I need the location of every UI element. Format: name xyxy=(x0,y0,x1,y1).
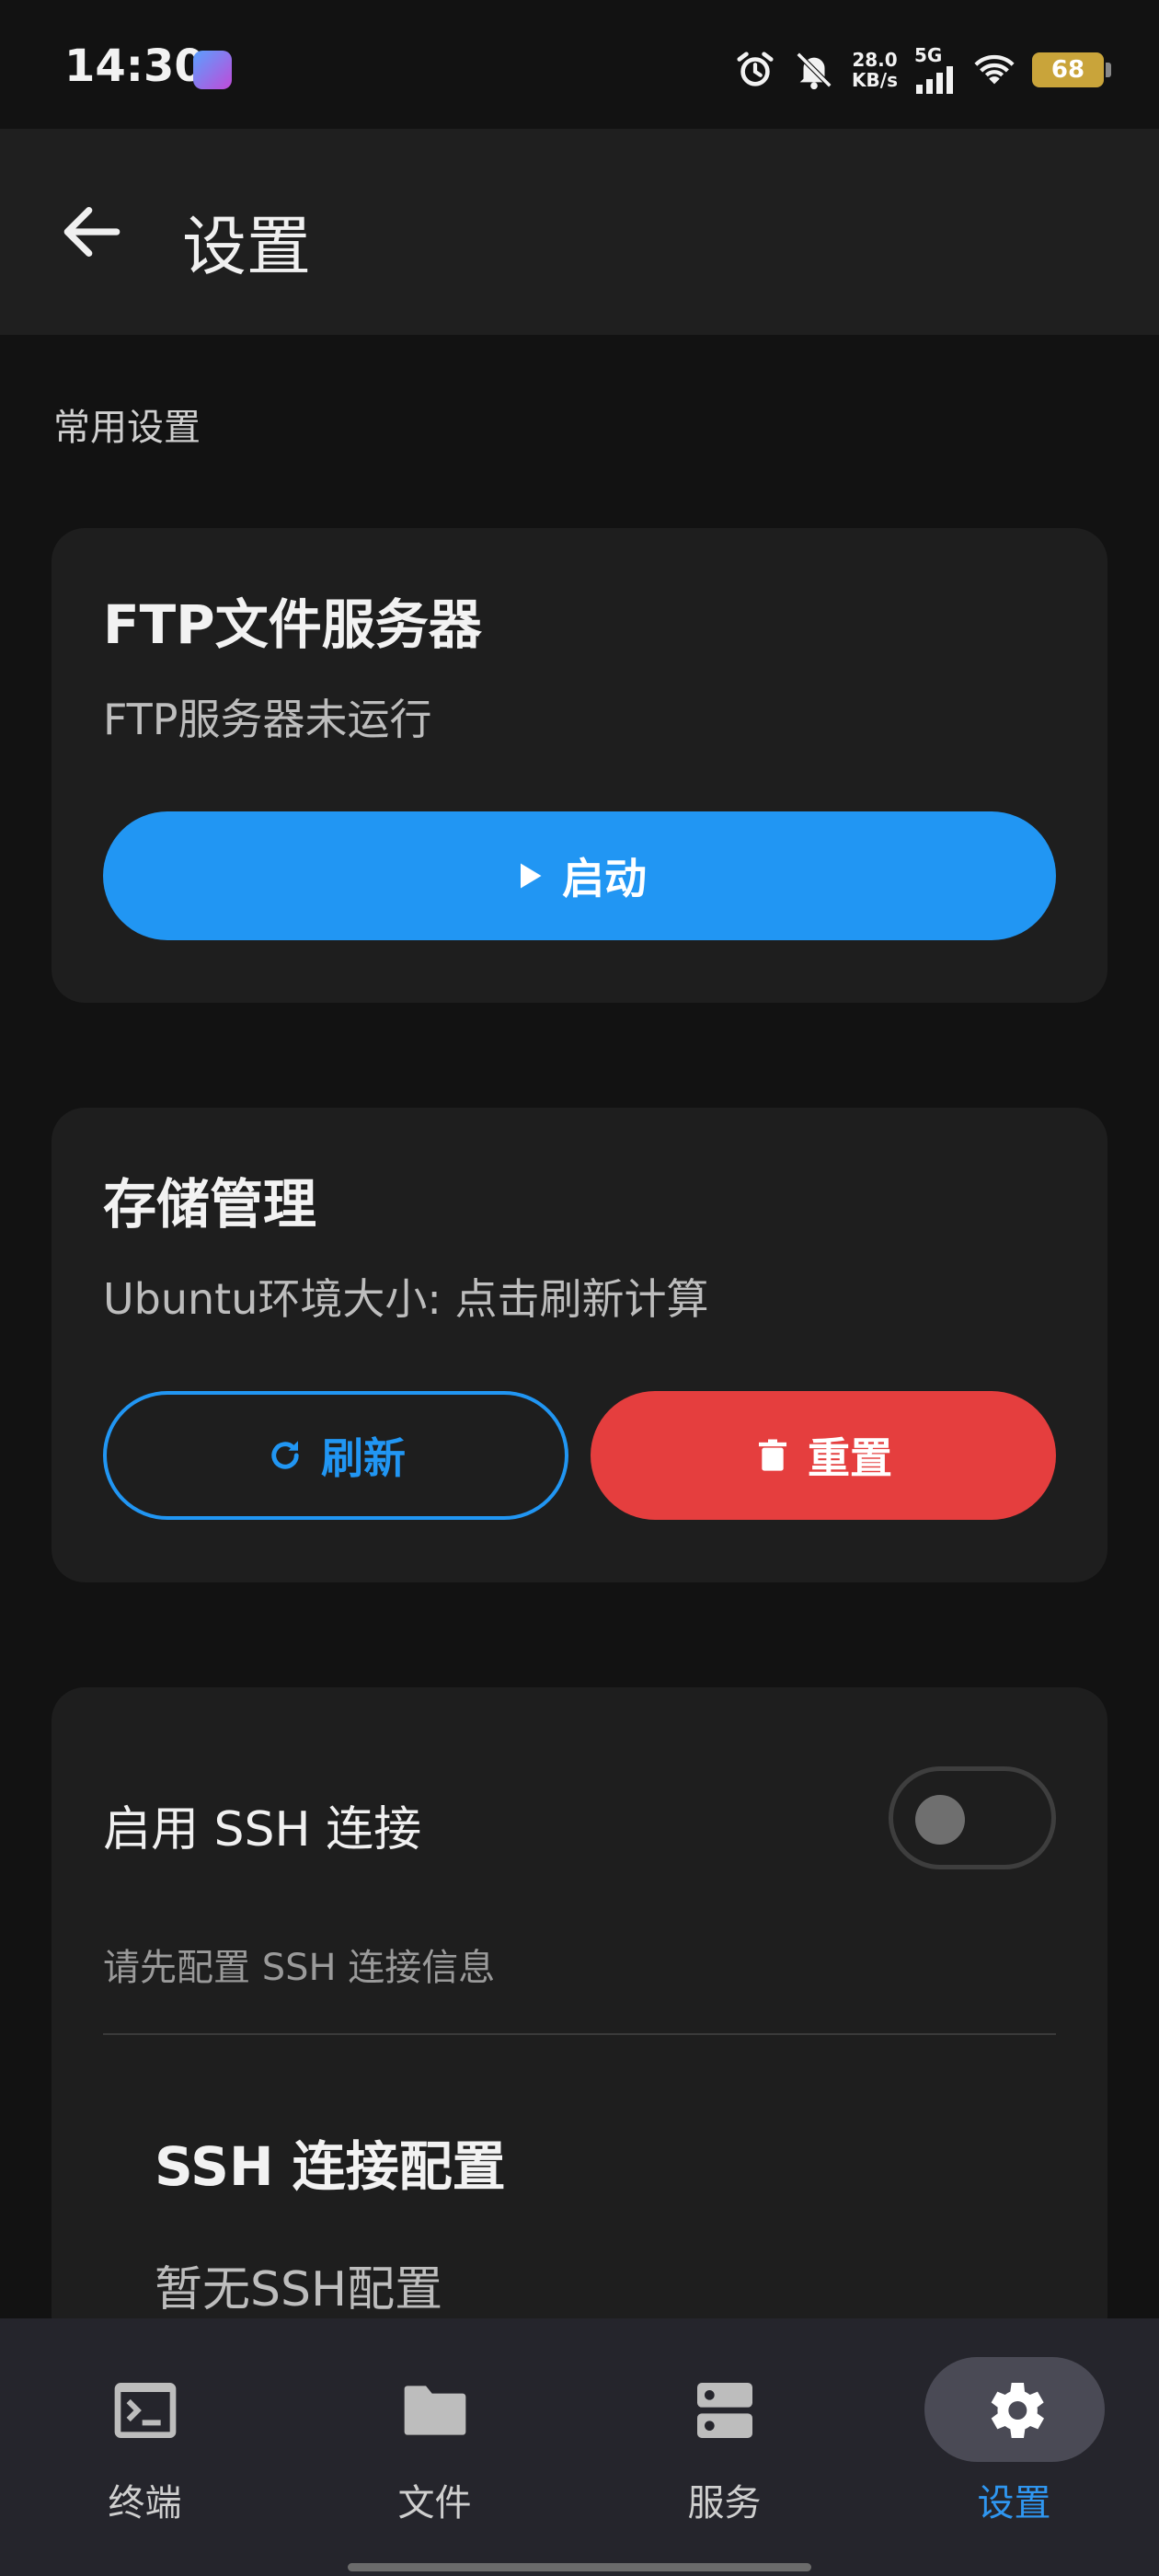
ssh-hint-text: 请先配置 SSH 连接信息 xyxy=(103,1947,496,1989)
server-icon xyxy=(696,2383,752,2438)
terminal-icon xyxy=(114,2383,176,2438)
battery-icon: 68 xyxy=(1032,52,1111,87)
nav-item-files[interactable]: 文件 xyxy=(290,2318,580,2530)
ssh-card: 启用 SSH 连接 请先配置 SSH 连接信息 SSH 连接配置 暂无SSH配置 xyxy=(52,1687,1107,2350)
ftp-card-title: FTP文件服务器 xyxy=(103,593,482,656)
nav-label-services: 服务 xyxy=(687,2482,762,2524)
alarm-icon xyxy=(737,52,774,86)
storage-card: 存储管理 Ubuntu环境大小: 点击刷新计算 刷新 重置 xyxy=(52,1108,1107,1582)
nav-item-terminal[interactable]: 终端 xyxy=(0,2318,290,2530)
net-speed: 28.0 KB/s xyxy=(852,50,898,90)
nav-item-services[interactable]: 服务 xyxy=(580,2318,869,2530)
net-speed-unit: KB/s xyxy=(852,69,898,91)
nav-label-settings: 设置 xyxy=(977,2482,1051,2524)
folder-icon xyxy=(404,2386,465,2435)
page-title: 设置 xyxy=(182,209,311,284)
wifi-icon xyxy=(974,54,1015,85)
ftp-status-text: FTP服务器未运行 xyxy=(103,695,432,744)
status-time: 14:30 xyxy=(64,40,205,92)
refresh-button-label: 刷新 xyxy=(321,1433,406,1483)
refresh-button[interactable]: 刷新 xyxy=(103,1391,568,1520)
start-button-label: 启动 xyxy=(562,854,647,903)
app-notification-icon xyxy=(193,51,232,89)
nav-label-files: 文件 xyxy=(397,2482,472,2524)
ssh-enable-toggle[interactable] xyxy=(889,1766,1056,1869)
nav-item-settings[interactable]: 设置 xyxy=(869,2318,1159,2530)
app-bar: 设置 xyxy=(0,129,1159,335)
battery-level: 68 xyxy=(1050,56,1085,84)
ssh-config-empty: 暂无SSH配置 xyxy=(155,2262,443,2317)
ssh-config-title: SSH 连接配置 xyxy=(155,2135,506,2198)
arrow-left-icon[interactable] xyxy=(55,195,129,269)
ssh-enable-label: 启用 SSH 连接 xyxy=(103,1802,422,1857)
signal-icon xyxy=(916,66,953,94)
nav-label-terminal: 终端 xyxy=(108,2482,182,2524)
section-label: 常用设置 xyxy=(53,407,201,449)
gear-icon xyxy=(991,2383,1044,2438)
status-icons: 28.0 KB/s 5G 68 xyxy=(734,42,1111,98)
start-ftp-button[interactable]: 启动 xyxy=(103,811,1056,940)
trash-icon xyxy=(759,1439,786,1471)
signal-group: 5G xyxy=(914,46,957,94)
storage-card-title: 存储管理 xyxy=(103,1173,317,1236)
ftp-server-card: FTP文件服务器 FTP服务器未运行 启动 xyxy=(52,528,1107,1003)
reset-button-label: 重置 xyxy=(808,1433,892,1483)
ssh-divider xyxy=(103,2033,1056,2035)
net-speed-value: 28.0 xyxy=(852,49,898,71)
mute-icon xyxy=(796,52,832,90)
refresh-icon xyxy=(271,1441,299,1469)
status-bar: 14:30 28.0 KB/s 5G 68 xyxy=(0,0,1159,129)
network-type: 5G xyxy=(914,44,943,66)
home-indicator xyxy=(348,2563,811,2571)
bottom-navigation: 终端 文件 服务 设置 xyxy=(0,2318,1159,2576)
play-icon xyxy=(521,863,542,889)
reset-button[interactable]: 重置 xyxy=(591,1391,1056,1520)
storage-size-info: Ubuntu环境大小: 点击刷新计算 xyxy=(103,1274,709,1324)
toggle-knob xyxy=(915,1795,965,1845)
